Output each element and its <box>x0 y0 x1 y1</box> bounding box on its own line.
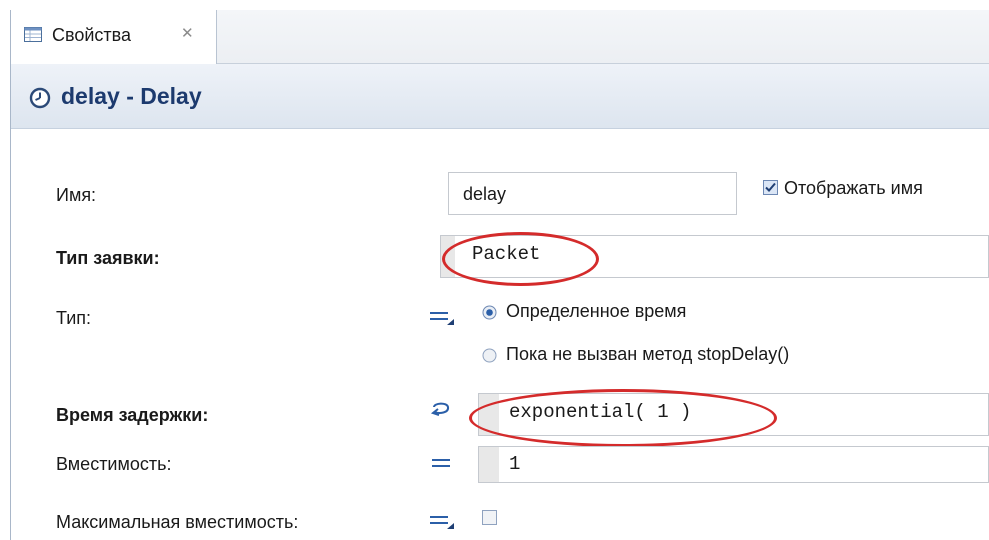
capacity-field[interactable]: 1 <box>478 446 989 483</box>
annotation-oval-agent-type <box>442 232 599 286</box>
annotation-oval-delay-time <box>469 389 777 447</box>
max-capacity-checkbox[interactable] <box>482 510 497 525</box>
delay-time-label: Время задержки: <box>56 405 209 425</box>
top-margin <box>0 0 989 10</box>
radio-fixed-time[interactable] <box>482 305 497 320</box>
tab-properties[interactable]: Свойства ✕ <box>10 10 217 64</box>
show-name-checkbox[interactable] <box>763 180 778 195</box>
capacity-gutter <box>479 447 499 482</box>
name-value: delay <box>463 184 507 204</box>
tab-label: Свойства <box>52 25 132 45</box>
clock-icon <box>29 87 51 109</box>
option-fixed-time-label: Определенное время <box>506 301 687 321</box>
option-until-stopdelay-label: Пока не вызван метод stopDelay() <box>506 344 790 364</box>
capacity-label: Вместимость: <box>56 454 172 474</box>
max-capacity-label: Максимальная вместимость: <box>56 512 299 532</box>
static-value-icon[interactable] <box>429 512 455 530</box>
close-icon[interactable]: ✕ <box>181 24 194 42</box>
properties-table-icon <box>24 27 42 42</box>
properties-header: delay - Delay <box>11 64 989 129</box>
name-input[interactable]: delay <box>448 172 737 215</box>
view-tab-bar: Свойства ✕ <box>10 10 989 64</box>
name-label: Имя: <box>56 185 97 205</box>
show-name-label: Отображать имя <box>784 178 923 198</box>
capacity-value: 1 <box>509 453 521 475</box>
agent-type-label: Тип заявки: <box>56 248 160 268</box>
static-value-icon[interactable] <box>429 455 455 473</box>
static-value-icon[interactable] <box>429 308 455 326</box>
radio-until-stopdelay[interactable] <box>482 348 497 363</box>
page-title: delay - Delay <box>61 83 202 109</box>
type-label: Тип: <box>56 308 92 328</box>
dynamic-value-icon[interactable] <box>429 401 455 419</box>
